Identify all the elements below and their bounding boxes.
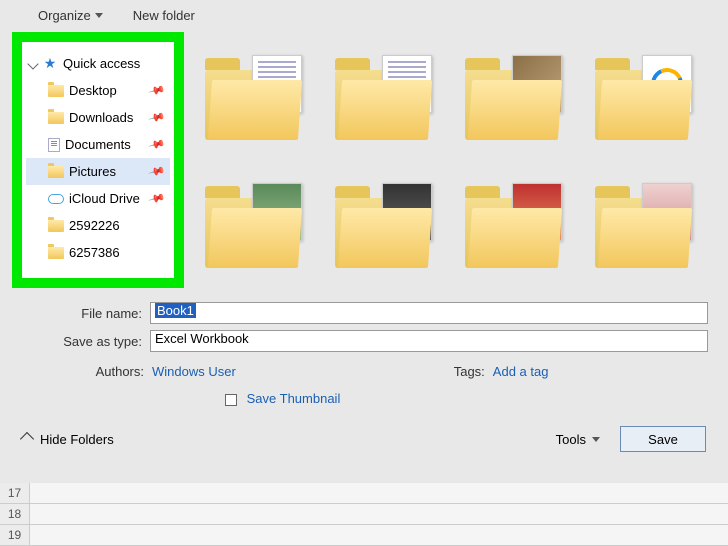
file-name-value: Book1 xyxy=(155,303,196,318)
pin-icon: 📌 xyxy=(148,135,166,153)
folder-grid xyxy=(190,30,728,300)
sidebar-item-documents[interactable]: Documents 📌 xyxy=(26,131,170,158)
quick-access-root[interactable]: ★ Quick access xyxy=(26,50,170,77)
sheet-row[interactable]: 19 xyxy=(0,525,728,546)
sidebar-item-label: Documents xyxy=(65,137,131,152)
sidebar-item-label: 6257386 xyxy=(69,245,120,260)
folder-item[interactable] xyxy=(200,50,310,140)
document-icon xyxy=(48,138,60,152)
save-as-type-value: Excel Workbook xyxy=(155,331,249,346)
new-folder-button[interactable]: New folder xyxy=(133,8,195,23)
pin-icon: 📌 xyxy=(148,162,166,180)
cloud-icon xyxy=(48,194,64,204)
folder-icon xyxy=(48,85,64,97)
navigation-sidebar: ★ Quick access Desktop 📌 Downloads 📌 Doc… xyxy=(22,42,174,278)
pin-icon: 📌 xyxy=(148,189,166,207)
hide-folders-button[interactable]: Hide Folders xyxy=(40,432,114,447)
chevron-down-icon xyxy=(592,437,600,442)
folder-icon xyxy=(48,247,64,259)
star-icon: ★ xyxy=(42,56,58,72)
tools-label: Tools xyxy=(556,432,586,447)
save-button[interactable]: Save xyxy=(620,426,706,452)
folder-icon xyxy=(48,166,64,178)
organize-label: Organize xyxy=(38,8,91,23)
tags-value[interactable]: Add a tag xyxy=(493,364,549,379)
sidebar-item-folder-b[interactable]: 6257386 xyxy=(26,239,170,266)
sidebar-item-downloads[interactable]: Downloads 📌 xyxy=(26,104,170,131)
sidebar-item-pictures[interactable]: Pictures 📌 xyxy=(26,158,170,185)
tags-label: Tags: xyxy=(416,364,493,379)
sidebar-item-icloud[interactable]: iCloud Drive 📌 xyxy=(26,185,170,212)
file-name-input[interactable]: Book1 xyxy=(150,302,708,324)
authors-value[interactable]: Windows User xyxy=(152,364,236,379)
folder-item[interactable] xyxy=(460,178,570,268)
save-thumbnail-checkbox[interactable] xyxy=(225,394,237,406)
save-as-type-label: Save as type: xyxy=(20,334,150,349)
row-header[interactable]: 18 xyxy=(0,504,30,524)
folder-item[interactable] xyxy=(330,50,440,140)
sidebar-item-label: Desktop xyxy=(69,83,117,98)
organize-menu[interactable]: Organize xyxy=(38,8,103,23)
sidebar-item-label: Downloads xyxy=(69,110,133,125)
folder-icon xyxy=(48,220,64,232)
quick-access-label: Quick access xyxy=(63,56,140,71)
authors-label: Authors: xyxy=(75,364,152,379)
chevron-down-icon xyxy=(95,13,103,18)
save-thumbnail-label: Save Thumbnail xyxy=(247,391,341,406)
sidebar-item-folder-a[interactable]: 2592226 xyxy=(26,212,170,239)
chevron-up-icon xyxy=(20,432,34,446)
file-name-label: File name: xyxy=(20,306,150,321)
folder-item[interactable] xyxy=(590,178,700,268)
sheet-row[interactable]: 17 xyxy=(0,483,728,504)
sidebar-item-label: 2592226 xyxy=(69,218,120,233)
row-header[interactable]: 19 xyxy=(0,525,30,545)
row-header[interactable]: 17 xyxy=(0,483,30,503)
save-form: File name: Book1 Save as type: Excel Wor… xyxy=(0,300,728,420)
sidebar-item-label: iCloud Drive xyxy=(69,191,140,206)
pin-icon: 📌 xyxy=(148,108,166,126)
folder-icon xyxy=(48,112,64,124)
folder-item[interactable] xyxy=(460,50,570,140)
highlighted-sidebar-frame: ★ Quick access Desktop 📌 Downloads 📌 Doc… xyxy=(12,32,184,288)
dialog-footer: Hide Folders Tools Save xyxy=(0,420,728,458)
chevron-down-icon xyxy=(27,58,38,69)
new-folder-label: New folder xyxy=(133,8,195,23)
sidebar-item-label: Pictures xyxy=(69,164,116,179)
spreadsheet-rows: 17 18 19 xyxy=(0,483,728,546)
sidebar-item-desktop[interactable]: Desktop 📌 xyxy=(26,77,170,104)
tools-menu[interactable]: Tools xyxy=(556,432,600,447)
sheet-row[interactable]: 18 xyxy=(0,504,728,525)
folder-item[interactable] xyxy=(590,50,700,140)
pin-icon: 📌 xyxy=(148,81,166,99)
save-as-type-select[interactable]: Excel Workbook xyxy=(150,330,708,352)
folder-item[interactable] xyxy=(330,178,440,268)
folder-item[interactable] xyxy=(200,178,310,268)
